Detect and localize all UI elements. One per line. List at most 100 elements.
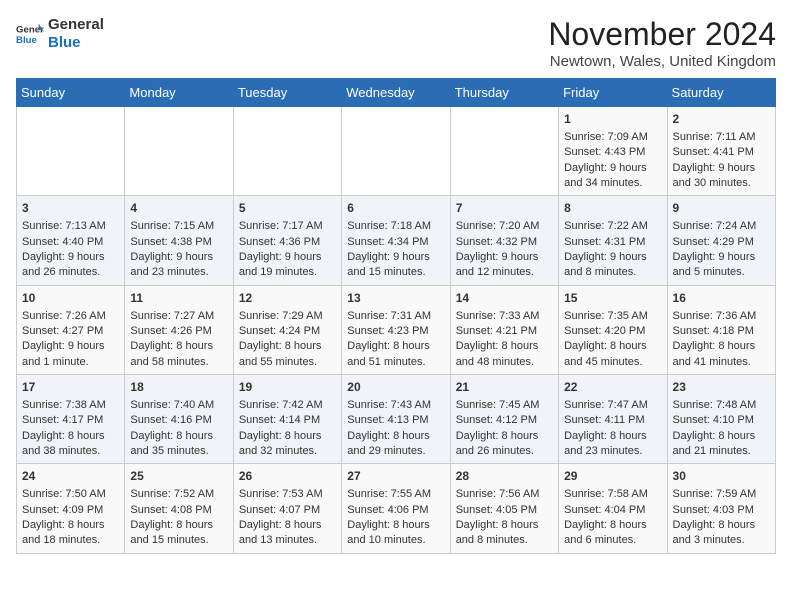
day-number: 14	[456, 290, 553, 307]
calendar-cell: 29Sunrise: 7:58 AMSunset: 4:04 PMDayligh…	[559, 464, 667, 553]
day-info: Sunrise: 7:26 AM	[22, 309, 119, 324]
day-info: Daylight: 8 hours and 41 minutes.	[673, 339, 770, 370]
day-info: Sunrise: 7:36 AM	[673, 309, 770, 324]
calendar-cell: 26Sunrise: 7:53 AMSunset: 4:07 PMDayligh…	[233, 464, 341, 553]
day-info: Sunset: 4:10 PM	[673, 413, 770, 428]
day-info: Sunrise: 7:45 AM	[456, 398, 553, 413]
day-info: Daylight: 8 hours and 58 minutes.	[130, 339, 227, 370]
day-number: 18	[130, 379, 227, 396]
calendar-cell: 13Sunrise: 7:31 AMSunset: 4:23 PMDayligh…	[342, 285, 450, 374]
day-number: 3	[22, 200, 119, 217]
calendar-cell	[450, 107, 558, 196]
day-info: Sunrise: 7:47 AM	[564, 398, 661, 413]
day-info: Daylight: 9 hours and 15 minutes.	[347, 250, 444, 281]
day-number: 24	[22, 468, 119, 485]
calendar-cell: 5Sunrise: 7:17 AMSunset: 4:36 PMDaylight…	[233, 196, 341, 285]
calendar-cell: 4Sunrise: 7:15 AMSunset: 4:38 PMDaylight…	[125, 196, 233, 285]
day-info: Sunrise: 7:52 AM	[130, 487, 227, 502]
day-number: 23	[673, 379, 770, 396]
day-info: Sunset: 4:40 PM	[22, 235, 119, 250]
header: General Blue General Blue November 2024 …	[16, 16, 776, 70]
day-number: 26	[239, 468, 336, 485]
calendar-cell: 14Sunrise: 7:33 AMSunset: 4:21 PMDayligh…	[450, 285, 558, 374]
logo-general-text: General	[48, 16, 104, 34]
day-info: Sunrise: 7:29 AM	[239, 309, 336, 324]
calendar-cell	[17, 107, 125, 196]
day-info: Sunset: 4:16 PM	[130, 413, 227, 428]
day-info: Daylight: 8 hours and 3 minutes.	[673, 518, 770, 549]
day-number: 17	[22, 379, 119, 396]
day-info: Sunset: 4:21 PM	[456, 324, 553, 339]
day-info: Daylight: 8 hours and 18 minutes.	[22, 518, 119, 549]
day-info: Sunrise: 7:59 AM	[673, 487, 770, 502]
week-row-3: 10Sunrise: 7:26 AMSunset: 4:27 PMDayligh…	[17, 285, 776, 374]
week-row-5: 24Sunrise: 7:50 AMSunset: 4:09 PMDayligh…	[17, 464, 776, 553]
day-info: Sunrise: 7:35 AM	[564, 309, 661, 324]
day-number: 1	[564, 111, 661, 128]
calendar-cell: 19Sunrise: 7:42 AMSunset: 4:14 PMDayligh…	[233, 375, 341, 464]
day-number: 19	[239, 379, 336, 396]
day-info: Daylight: 8 hours and 48 minutes.	[456, 339, 553, 370]
calendar-cell	[342, 107, 450, 196]
day-info: Sunrise: 7:13 AM	[22, 219, 119, 234]
day-number: 4	[130, 200, 227, 217]
day-info: Daylight: 8 hours and 8 minutes.	[456, 518, 553, 549]
day-info: Sunrise: 7:15 AM	[130, 219, 227, 234]
day-number: 27	[347, 468, 444, 485]
day-info: Sunrise: 7:48 AM	[673, 398, 770, 413]
day-info: Sunset: 4:34 PM	[347, 235, 444, 250]
day-info: Sunset: 4:24 PM	[239, 324, 336, 339]
day-info: Sunset: 4:09 PM	[22, 503, 119, 518]
calendar-cell: 15Sunrise: 7:35 AMSunset: 4:20 PMDayligh…	[559, 285, 667, 374]
day-info: Daylight: 9 hours and 5 minutes.	[673, 250, 770, 281]
day-info: Sunrise: 7:58 AM	[564, 487, 661, 502]
header-day-saturday: Saturday	[667, 79, 775, 107]
day-info: Sunrise: 7:38 AM	[22, 398, 119, 413]
calendar-cell: 2Sunrise: 7:11 AMSunset: 4:41 PMDaylight…	[667, 107, 775, 196]
day-info: Sunset: 4:08 PM	[130, 503, 227, 518]
day-info: Daylight: 9 hours and 26 minutes.	[22, 250, 119, 281]
logo-icon: General Blue	[16, 20, 44, 48]
logo: General Blue General Blue	[16, 16, 104, 52]
calendar-cell: 11Sunrise: 7:27 AMSunset: 4:26 PMDayligh…	[125, 285, 233, 374]
day-info: Daylight: 8 hours and 29 minutes.	[347, 429, 444, 460]
day-info: Sunrise: 7:31 AM	[347, 309, 444, 324]
day-info: Daylight: 8 hours and 10 minutes.	[347, 518, 444, 549]
day-info: Sunset: 4:04 PM	[564, 503, 661, 518]
day-info: Daylight: 8 hours and 6 minutes.	[564, 518, 661, 549]
day-number: 12	[239, 290, 336, 307]
calendar-table: SundayMondayTuesdayWednesdayThursdayFrid…	[16, 78, 776, 554]
calendar-cell: 16Sunrise: 7:36 AMSunset: 4:18 PMDayligh…	[667, 285, 775, 374]
day-info: Sunrise: 7:22 AM	[564, 219, 661, 234]
day-number: 5	[239, 200, 336, 217]
calendar-cell: 22Sunrise: 7:47 AMSunset: 4:11 PMDayligh…	[559, 375, 667, 464]
day-number: 6	[347, 200, 444, 217]
calendar-cell: 28Sunrise: 7:56 AMSunset: 4:05 PMDayligh…	[450, 464, 558, 553]
day-number: 10	[22, 290, 119, 307]
day-number: 15	[564, 290, 661, 307]
calendar-cell: 18Sunrise: 7:40 AMSunset: 4:16 PMDayligh…	[125, 375, 233, 464]
day-info: Daylight: 8 hours and 32 minutes.	[239, 429, 336, 460]
day-info: Sunset: 4:03 PM	[673, 503, 770, 518]
day-info: Sunset: 4:43 PM	[564, 145, 661, 160]
day-info: Daylight: 9 hours and 34 minutes.	[564, 161, 661, 192]
day-info: Sunrise: 7:50 AM	[22, 487, 119, 502]
calendar-cell	[125, 107, 233, 196]
day-info: Sunrise: 7:42 AM	[239, 398, 336, 413]
svg-text:Blue: Blue	[16, 35, 37, 46]
header-day-sunday: Sunday	[17, 79, 125, 107]
day-info: Sunrise: 7:55 AM	[347, 487, 444, 502]
calendar-cell: 30 Sunrise: 7:59 AMSunset: 4:03 PMDayligh…	[667, 464, 775, 553]
day-info: Sunrise: 7:24 AM	[673, 219, 770, 234]
day-info: Sunrise: 7:20 AM	[456, 219, 553, 234]
calendar-cell: 23Sunrise: 7:48 AMSunset: 4:10 PMDayligh…	[667, 375, 775, 464]
calendar-cell: 25Sunrise: 7:52 AMSunset: 4:08 PMDayligh…	[125, 464, 233, 553]
calendar-cell	[233, 107, 341, 196]
day-info: Sunrise: 7:18 AM	[347, 219, 444, 234]
calendar-cell: 20Sunrise: 7:43 AMSunset: 4:13 PMDayligh…	[342, 375, 450, 464]
day-number: 30	[673, 468, 770, 485]
day-info: Sunset: 4:11 PM	[564, 413, 661, 428]
day-number: 22	[564, 379, 661, 396]
day-number: 25	[130, 468, 227, 485]
week-row-2: 3Sunrise: 7:13 AMSunset: 4:40 PMDaylight…	[17, 196, 776, 285]
